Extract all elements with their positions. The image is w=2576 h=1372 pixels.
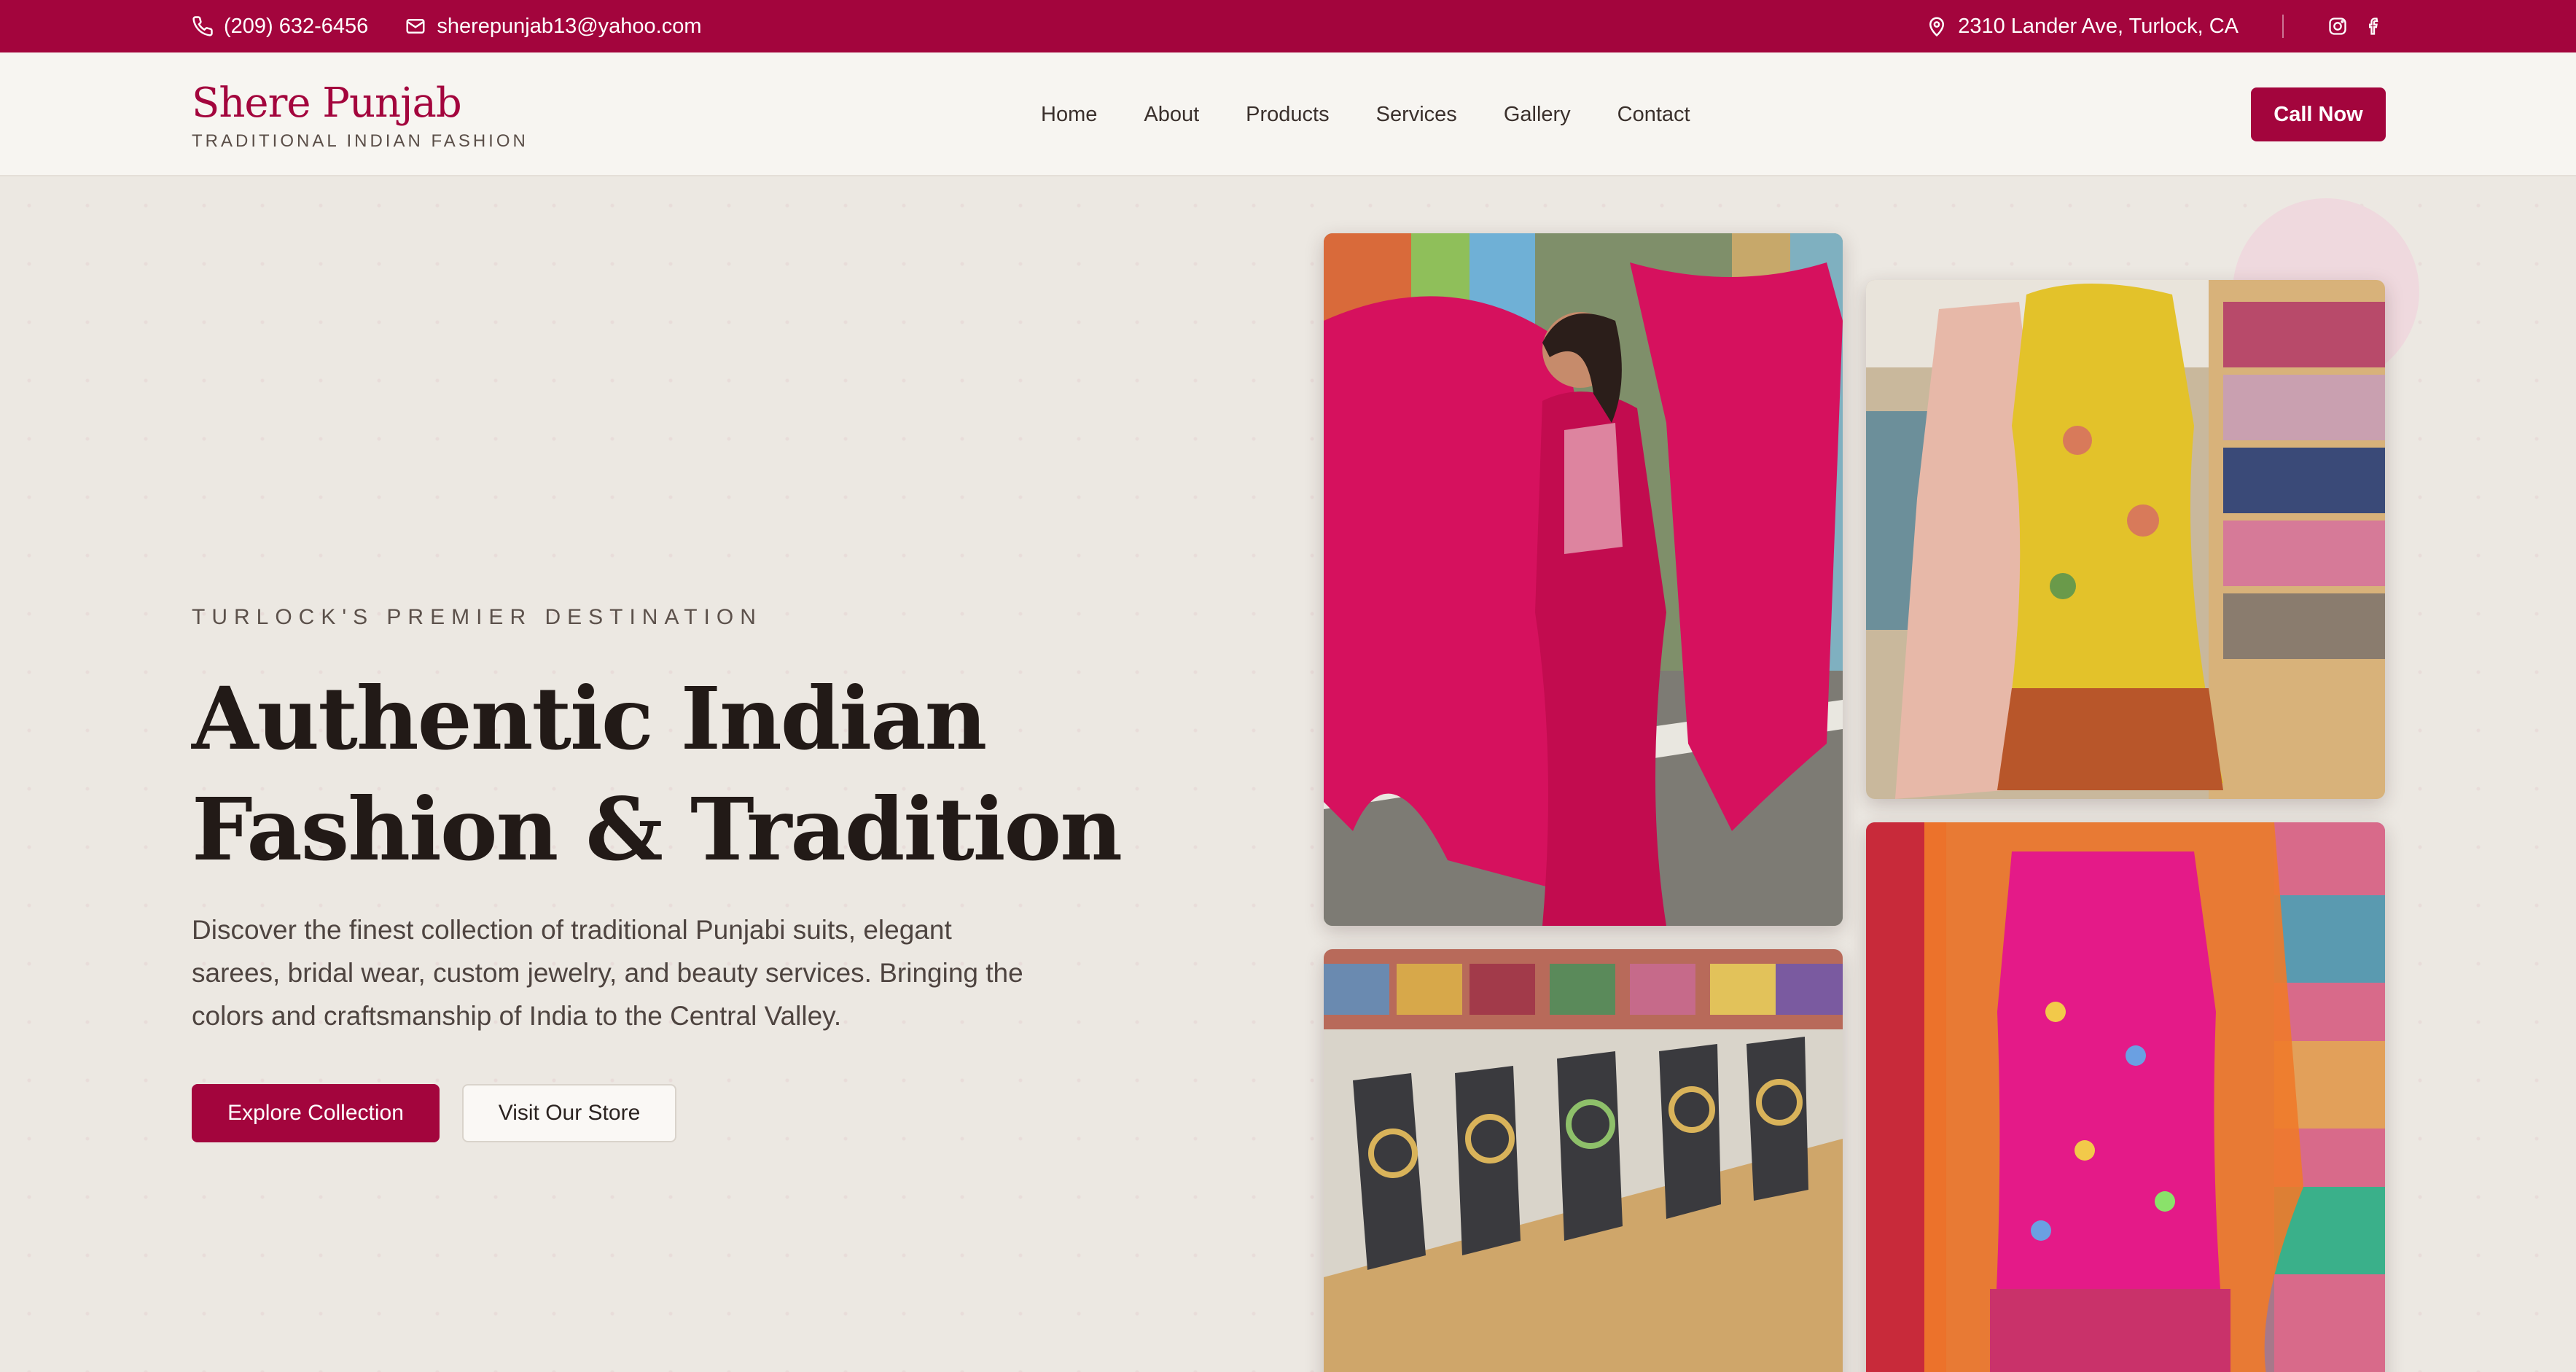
call-now-button[interactable]: Call Now — [2251, 87, 2386, 141]
nav-home[interactable]: Home — [1041, 103, 1097, 127]
nav-gallery[interactable]: Gallery — [1504, 103, 1571, 127]
explore-collection-button[interactable]: Explore Collection — [192, 1084, 440, 1142]
email-link[interactable]: sherepunjab13@yahoo.com — [405, 14, 702, 39]
site-header: Shere Punjab TRADITIONAL INDIAN FASHION … — [0, 52, 2576, 176]
photo-yellow-suit — [1866, 280, 2385, 799]
location-social-group: 2310 Lander Ave, Turlock, CA — [1926, 15, 2384, 39]
hero-headline: Authentic Indian Fashion & Tradition — [192, 663, 1139, 885]
nav-about[interactable]: About — [1144, 103, 1199, 127]
phone-link[interactable]: (209) 632-6456 — [192, 15, 368, 39]
headline-line-2: Fashion & Tradition — [192, 779, 1123, 880]
hero-section: TURLOCK'S PREMIER DESTINATION Authentic … — [0, 176, 2576, 1372]
mail-icon — [406, 19, 425, 34]
nav-products[interactable]: Products — [1246, 103, 1329, 127]
brand-tagline: TRADITIONAL INDIAN FASHION — [192, 131, 528, 151]
social-links — [2327, 16, 2384, 36]
photo-pink-orange-suit — [1866, 822, 2385, 1372]
address-text: 2310 Lander Ave, Turlock, CA — [1958, 14, 2239, 38]
brand-logo[interactable]: Shere Punjab TRADITIONAL INDIAN FASHION — [192, 79, 528, 152]
hero-description: Discover the finest collection of tradit… — [192, 915, 1023, 1031]
phone-text: (209) 632-6456 — [224, 14, 369, 38]
brand-name: Shere Punjab — [192, 79, 462, 127]
nav-contact[interactable]: Contact — [1617, 103, 1690, 127]
photo-jewelry — [1324, 949, 1843, 1372]
email-text: sherepunjab13@yahoo.com — [437, 14, 702, 38]
photo-pink-suit — [1324, 233, 1843, 926]
main-nav: Home About Products Services Gallery Con… — [1041, 52, 1690, 176]
top-contact-bar: (209) 632-6456 sherepunjab13@yahoo.com 2… — [0, 0, 2576, 52]
phone-icon — [192, 16, 213, 36]
address-link[interactable]: 2310 Lander Ave, Turlock, CA — [1926, 15, 2239, 39]
map-pin-icon — [1929, 17, 1945, 37]
facebook-icon[interactable] — [2364, 16, 2384, 36]
visit-store-button[interactable]: Visit Our Store — [462, 1084, 676, 1142]
hero-eyebrow: TURLOCK'S PREMIER DESTINATION — [192, 605, 762, 629]
headline-line-1: Authentic Indian — [192, 668, 987, 769]
divider — [2282, 15, 2284, 38]
nav-services[interactable]: Services — [1376, 103, 1457, 127]
instagram-icon[interactable] — [2327, 16, 2348, 36]
contact-group: (209) 632-6456 sherepunjab13@yahoo.com — [192, 15, 702, 39]
